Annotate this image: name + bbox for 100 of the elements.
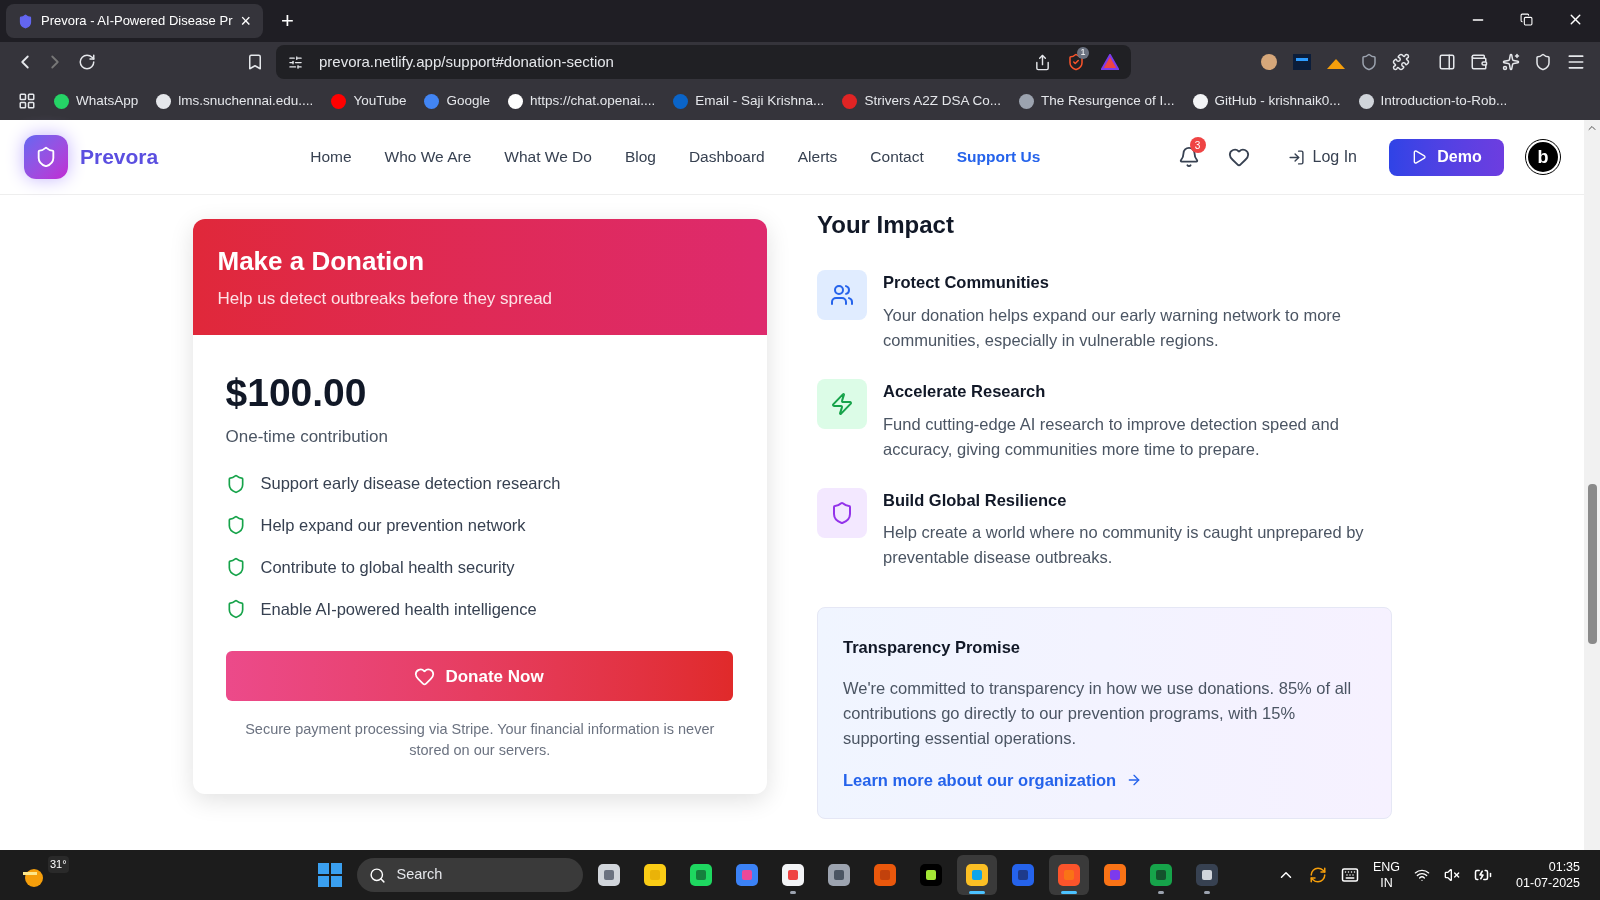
nav-link[interactable]: Support Us xyxy=(956,145,1041,169)
lightning-icon xyxy=(817,378,867,429)
nav-link[interactable]: Blog xyxy=(624,145,656,169)
shield-count-badge: 1 xyxy=(1077,47,1089,59)
taskbar-app[interactable] xyxy=(957,855,998,895)
avatar[interactable]: b xyxy=(1526,140,1560,174)
address-bar[interactable]: prevora.netlify.app/support#donation-section 1 xyxy=(276,45,1131,79)
login-icon xyxy=(1287,148,1305,166)
apps-icon[interactable] xyxy=(18,92,36,110)
notification-badge: 3 xyxy=(1189,137,1206,153)
demo-button[interactable]: Demo xyxy=(1389,138,1504,176)
learn-more-link[interactable]: Learn more about our organization xyxy=(843,768,1143,793)
restore-icon[interactable] xyxy=(1520,13,1533,26)
app-icon xyxy=(642,862,669,888)
bookmark-label: WhatsApp xyxy=(76,91,139,110)
clock-time[interactable]: 01:35 xyxy=(1548,859,1580,875)
menu-icon[interactable] xyxy=(1566,52,1586,72)
reload-icon[interactable] xyxy=(78,53,96,71)
section-title: Your Impact xyxy=(817,213,955,237)
triangle-icon[interactable] xyxy=(1101,54,1119,70)
play-icon xyxy=(1411,149,1428,165)
bookmark[interactable]: Introduction-to-Rob... xyxy=(1358,90,1508,112)
app-icon xyxy=(1148,862,1175,888)
app-icon xyxy=(964,862,991,888)
impact-title: Protect Communities xyxy=(883,272,1050,293)
share-icon[interactable] xyxy=(1034,53,1051,71)
start-icon[interactable] xyxy=(317,862,344,888)
extensions-icon[interactable] xyxy=(1392,53,1410,71)
impact-title: Build Global Resilience xyxy=(883,489,1068,511)
region-label[interactable]: IN xyxy=(1380,875,1393,891)
nav-link[interactable]: Who We Are xyxy=(384,145,472,169)
bookmark[interactable]: Google xyxy=(424,90,490,112)
vpn-icon[interactable] xyxy=(1534,53,1552,71)
bookmark-label: GitHub - krishnaik0... xyxy=(1214,91,1341,110)
sparkle-icon[interactable] xyxy=(1502,53,1520,71)
search-icon xyxy=(369,866,387,884)
panel-icon[interactable] xyxy=(1438,53,1456,71)
nav-link[interactable]: Home xyxy=(310,145,352,169)
bookmark-icon[interactable] xyxy=(246,53,264,71)
benefit-text: Contribute to global health security xyxy=(260,556,515,578)
bookmark[interactable]: https://chat.openai.... xyxy=(508,90,656,112)
app-icon xyxy=(688,862,715,888)
extension-icon[interactable] xyxy=(1292,53,1312,71)
wifi-icon[interactable] xyxy=(1414,867,1431,883)
bookmark-label: Google xyxy=(446,91,490,110)
impact-text: Fund cutting-edge AI research to improve detection speed and accuracy, giving communities more time to prepare. xyxy=(883,413,1340,460)
shield-icon xyxy=(18,13,33,29)
nav-link[interactable]: Dashboard xyxy=(688,145,765,169)
close-tab-button[interactable]: × xyxy=(240,12,251,30)
bookmark[interactable]: Strivers A2Z DSA Co... xyxy=(842,90,1001,112)
taskbar-search[interactable]: Search xyxy=(357,858,584,892)
temperature: 31° xyxy=(48,856,69,873)
app-icon xyxy=(918,862,945,888)
sync-icon[interactable] xyxy=(1308,866,1327,884)
bookmark[interactable]: GitHub - krishnaik0... xyxy=(1192,90,1341,112)
donate-button[interactable]: Donate Now xyxy=(225,651,733,702)
bookmark[interactable]: The Resurgence of I... xyxy=(1018,90,1175,112)
site-settings-icon[interactable] xyxy=(288,54,303,70)
card-subtitle: Help us detect outbreaks before they spread xyxy=(217,287,554,310)
bookmark-label: lms.snuchennai.edu.... xyxy=(178,91,314,110)
keyboard-icon[interactable] xyxy=(1340,866,1359,884)
shield-icon[interactable] xyxy=(1360,53,1378,71)
brand-name[interactable]: Prevora xyxy=(80,141,159,173)
favorite-icon[interactable] xyxy=(1227,146,1250,168)
bookmark[interactable]: lms.snuchennai.edu.... xyxy=(156,90,314,112)
bookmark[interactable]: YouTube xyxy=(331,90,407,112)
login-button[interactable]: Log In xyxy=(1287,145,1357,169)
nav-link[interactable]: What We Do xyxy=(504,145,592,169)
extension-icon[interactable] xyxy=(1260,53,1278,71)
benefit-text: Support early disease detection research xyxy=(260,473,561,495)
app-icon xyxy=(1102,862,1129,888)
card-title: Make a Donation xyxy=(217,245,426,278)
nav-link[interactable]: Contact xyxy=(870,145,924,169)
bookmark[interactable]: WhatsApp xyxy=(54,90,139,112)
app-icon xyxy=(596,862,623,888)
card-title: Transparency Promise xyxy=(843,637,1021,659)
app-icon xyxy=(1194,862,1221,888)
scrollbar-thumb[interactable] xyxy=(1587,484,1597,644)
running-indicator xyxy=(790,891,797,894)
running-indicator xyxy=(1204,891,1211,894)
bookmark-label: The Resurgence of I... xyxy=(1040,91,1175,110)
new-tab-button[interactable]: + xyxy=(281,10,294,32)
bookmark-label: YouTube xyxy=(353,91,407,110)
clock-date[interactable]: 01-07-2025 xyxy=(1516,875,1580,891)
language-label[interactable]: ENG xyxy=(1372,859,1401,875)
taskbar-app[interactable] xyxy=(1049,855,1090,895)
scrollbar[interactable] xyxy=(1584,120,1600,850)
nav-link[interactable]: Alerts xyxy=(797,145,838,169)
wallet-icon[interactable] xyxy=(1470,53,1488,71)
impact-text: Help create a world where no community is caught unprepared by preventable disease outbreaks. xyxy=(883,522,1365,569)
muted-speaker-icon[interactable] xyxy=(1444,867,1461,883)
bookmark[interactable]: Email - Saji Krishna... xyxy=(673,90,825,112)
browser-tab[interactable]: Prevora - AI-Powered Disease Pr × xyxy=(6,4,263,38)
search-input[interactable]: Search xyxy=(396,864,547,886)
app-icon xyxy=(1056,862,1083,888)
benefit-text: Enable AI-powered health intelligence xyxy=(260,598,537,620)
running-indicator xyxy=(1061,891,1078,894)
logo-icon xyxy=(24,135,68,179)
shield-icon[interactable] xyxy=(1067,53,1085,71)
bookmark-label: Introduction-to-Rob... xyxy=(1380,91,1508,110)
